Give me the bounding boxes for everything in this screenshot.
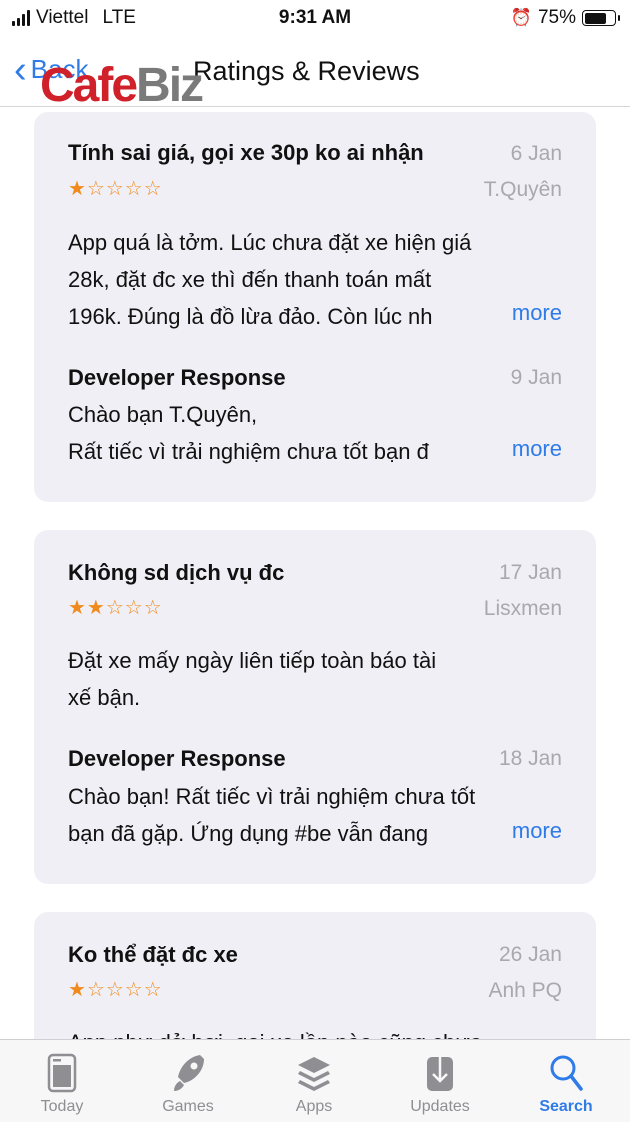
today-icon (47, 1053, 77, 1093)
review-author: Anh PQ (488, 979, 562, 1002)
battery-icon (582, 10, 620, 26)
review-card: Không sd dịch vụ đc 17 Jan ★★☆☆☆ Lisxmen… (34, 530, 596, 884)
developer-response-label: Developer Response (68, 746, 286, 771)
tab-games[interactable]: Games (138, 1048, 238, 1116)
stack-icon (298, 1057, 330, 1091)
tab-label: Updates (410, 1098, 470, 1115)
tab-label: Games (162, 1098, 214, 1115)
rocket-icon (174, 1055, 204, 1091)
more-link[interactable]: more (497, 818, 562, 844)
response-body: Chào bạn T.Quyên, Rất tiếc vì trải nghiệ… (68, 402, 429, 464)
chevron-left-icon: ‹ (14, 48, 27, 91)
review-author: Lisxmen (483, 597, 562, 620)
review-date: 6 Jan (510, 142, 562, 165)
response-date: 18 Jan (498, 747, 562, 770)
tab-apps[interactable]: Apps (264, 1048, 364, 1116)
star-rating: ★☆☆☆☆ (68, 979, 163, 1001)
review-title: Không sd dịch vụ đc (68, 560, 285, 585)
review-title: Tính sai giá, gọi xe 30p ko ai nhận (68, 140, 424, 165)
search-icon (550, 1055, 583, 1091)
review-author: T.Quyên (483, 178, 562, 201)
star-rating: ★☆☆☆☆ (68, 178, 163, 200)
star-rating: ★★☆☆☆ (68, 597, 163, 619)
watermark-logo: CafeBiz (40, 59, 204, 112)
tab-bar: Today Games Apps Updates Search (0, 1039, 630, 1122)
tab-label: Today (40, 1098, 84, 1115)
response-body: Chào bạn! Rất tiếc vì trải nghiệm chưa t… (68, 784, 476, 846)
review-date: 17 Jan (498, 561, 562, 584)
alarm-icon: ⏰ (510, 8, 532, 27)
review-card: Tính sai giá, gọi xe 30p ko ai nhận 6 Ja… (34, 112, 596, 502)
more-link[interactable]: more (497, 436, 562, 462)
tab-label: Apps (295, 1098, 333, 1115)
status-bar: Viettel LTE 9:31 AM ⏰ 75% (0, 0, 630, 36)
download-icon (427, 1055, 453, 1091)
tab-label: Search (539, 1098, 593, 1115)
page-title: Ratings & Reviews (193, 56, 420, 86)
response-date: 9 Jan (510, 366, 562, 389)
review-title: Ko thể đặt đc xe (68, 942, 238, 967)
review-body: App quá là tởm. Lúc chưa đặt xe hiện giá… (68, 230, 472, 329)
developer-response-label: Developer Response (68, 365, 286, 390)
review-body: Đặt xe mấy ngày liên tiếp toàn báo tài x… (68, 648, 437, 710)
tab-today[interactable]: Today (12, 1048, 112, 1116)
review-date: 26 Jan (498, 943, 562, 966)
battery-percent: 75% (537, 7, 576, 28)
more-link[interactable]: more (497, 300, 562, 326)
tab-updates[interactable]: Updates (390, 1048, 490, 1116)
tab-search[interactable]: Search (516, 1048, 616, 1116)
